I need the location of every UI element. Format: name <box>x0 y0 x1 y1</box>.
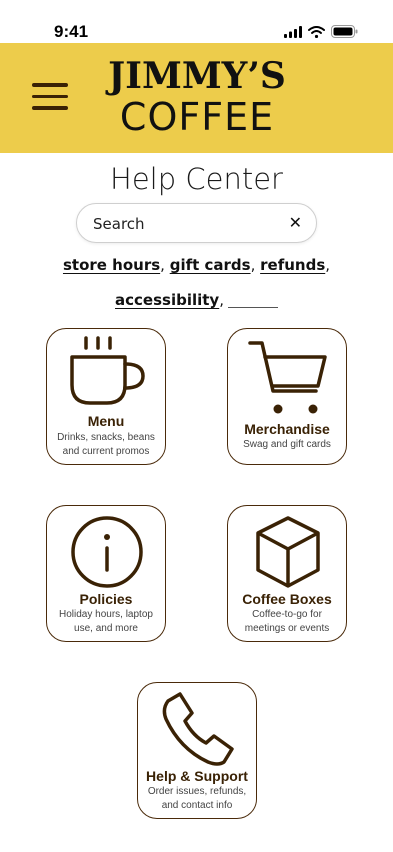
quick-link-store-hours[interactable]: store hours <box>63 256 160 274</box>
clear-search-icon[interactable]: ✕ <box>289 213 302 232</box>
blank-link-placeholder <box>227 307 278 308</box>
app-header: JIMMY’S COFFEE <box>0 43 393 153</box>
card-title: Merchandise <box>244 421 330 437</box>
card-description: Coffee-to-go for meetings or events <box>244 609 330 634</box>
coffee-cup-icon <box>70 336 145 405</box>
category-card-help-support[interactable]: Help & Support Order issues, refunds, an… <box>137 682 257 819</box>
battery-icon <box>331 25 358 38</box>
card-description: Order issues, refunds, and contact info <box>147 786 247 811</box>
quick-link-refunds[interactable]: refunds <box>260 256 325 274</box>
card-description: Drinks, snacks, beans and current promos <box>57 432 155 457</box>
quick-link-accessibility[interactable]: accessibility <box>115 291 219 309</box>
cellular-signal-icon <box>284 25 302 38</box>
wifi-icon <box>308 25 325 38</box>
card-title: Menu <box>87 413 125 429</box>
quick-link-gift-cards[interactable]: gift cards <box>170 256 251 274</box>
box-icon <box>256 516 320 588</box>
card-title: Help & Support <box>146 768 248 784</box>
status-bar: 9:41 <box>0 0 393 43</box>
status-time: 9:41 <box>54 22 89 41</box>
info-icon <box>71 516 143 588</box>
page-title: Help Center <box>110 162 283 196</box>
card-description: Holiday hours, laptop use, and more <box>59 609 153 634</box>
category-card-coffee-boxes[interactable]: Coffee Boxes Coffee-to-go for meetings o… <box>227 505 347 642</box>
quick-links-row-2: accessibility, <box>0 291 393 309</box>
search-bar: ✕ <box>76 203 317 243</box>
brand-logo-line2: COFFEE <box>119 95 275 139</box>
quick-links-row-1: store hours, gift cards, refunds, <box>62 256 331 274</box>
card-title: Coffee Boxes <box>242 591 332 607</box>
card-title: Policies <box>79 591 133 607</box>
phone-icon <box>162 692 234 766</box>
status-icons <box>284 25 358 38</box>
card-description: Swag and gift cards <box>243 439 331 450</box>
search-input[interactable] <box>93 212 273 236</box>
category-card-menu[interactable]: Menu Drinks, snacks, beans and current p… <box>46 328 166 465</box>
shopping-cart-icon <box>248 341 327 414</box>
category-card-policies[interactable]: Policies Holiday hours, laptop use, and … <box>46 505 166 642</box>
hamburger-menu-icon[interactable] <box>32 83 68 111</box>
brand-logo-line1: JIMMY’S <box>108 55 286 97</box>
category-card-merchandise[interactable]: Merchandise Swag and gift cards <box>227 328 347 465</box>
